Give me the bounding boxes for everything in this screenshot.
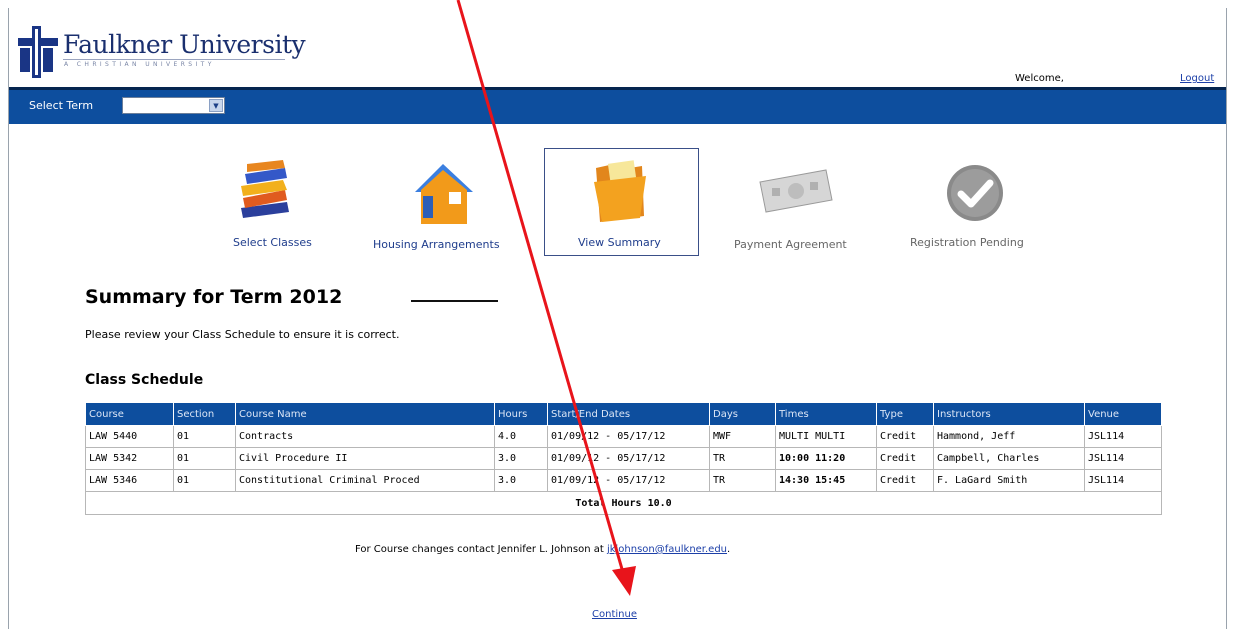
- annotation-arrow-icon: [456, 0, 636, 596]
